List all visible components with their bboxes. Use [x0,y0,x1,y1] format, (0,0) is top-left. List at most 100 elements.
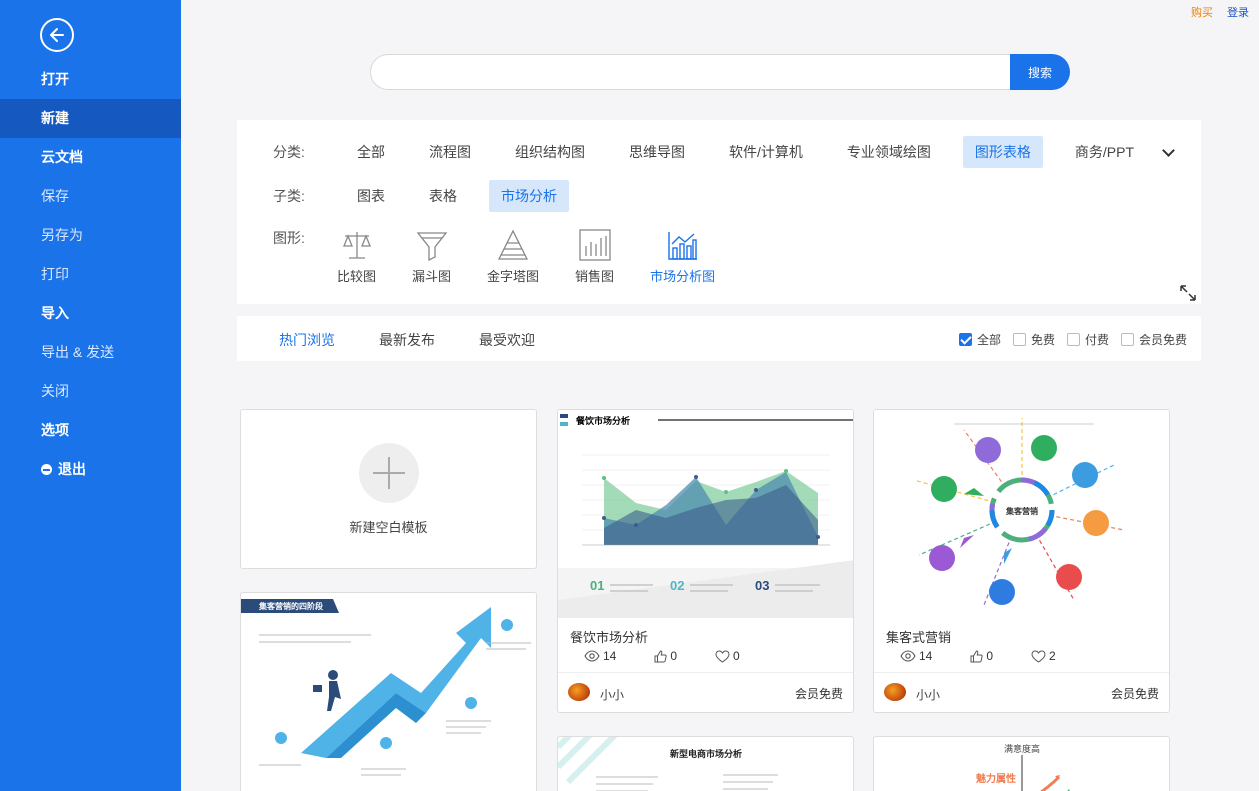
sidebar-item-label: 退出 [58,461,86,477]
market-chart-icon [667,232,697,260]
sidebar-item[interactable]: 关闭 [0,372,181,411]
eye-icon [584,650,600,662]
shape-label: 图形: [273,230,305,246]
category-chip[interactable]: 全部 [345,136,397,168]
heart-icon[interactable] [715,649,730,663]
category-chip[interactable]: 思维导图 [617,136,697,168]
filter-panel: 分类: 全部 流程图 组织结构图 思维导图 软件/计算机 专业领域绘图 图形表格 商务/PPT… [237,120,1201,304]
sidebar-item[interactable]: 打开 [0,60,181,99]
shape-sales[interactable]: 销售图 [575,228,614,285]
thumb-title: 餐饮市场分析 [575,415,630,426]
shape-label-text: 销售图 [575,269,615,284]
template-thumbnail: 餐饮市场分析 01 02 03 [558,410,853,618]
eye-icon [900,650,916,662]
sidebar-item-label: 云文档 [41,149,83,165]
bar-chart-icon [578,229,611,261]
blank-template-label: 新建空白模板 [349,519,428,535]
funnel-icon [416,232,447,262]
shape-pyramid[interactable]: 金字塔图 [487,228,539,285]
login-link[interactable]: 登录 [1227,4,1249,20]
template-card[interactable]: 餐饮市场分析 01 02 03 餐饮市场分析 14 0 0 小小 会员免费 [557,409,854,713]
check-label: 付费 [1084,333,1109,347]
shape-compare[interactable]: 比较图 [337,228,376,285]
pyramid-icon [497,229,529,260]
shape-funnel[interactable]: 漏斗图 [412,228,451,285]
sidebar-item[interactable]: 保存 [0,177,181,216]
template-card[interactable]: 新型电商市场分析 [557,736,854,791]
checkbox-icon [1012,333,1026,346]
category-chip[interactable]: 软件/计算机 [717,136,815,168]
thumbs-up-icon[interactable] [970,649,984,663]
tab-popular[interactable]: 最受欢迎 [479,330,535,350]
template-stats: 14 0 0 [584,649,740,663]
category-chip[interactable]: 组织结构图 [503,136,597,168]
thumb-title: 新型电商市场分析 [670,748,742,759]
category-row: 分类: 全部 流程图 组织结构图 思维导图 软件/计算机 专业领域绘图 图形表格 商务/PPT [273,136,1175,168]
sidebar-item[interactable]: 新建 [0,99,181,138]
thumb-num-1: 01 [590,578,604,593]
like-count: 0 [986,649,994,663]
template-stats: 14 0 2 [900,649,1056,663]
sidebar-item[interactable]: 另存为 [0,216,181,255]
checkbox-checked-icon [958,333,972,346]
exit-icon [41,464,52,475]
new-blank-template-card[interactable]: 新建空白模板 [240,409,537,569]
heart-icon[interactable] [1031,649,1046,663]
template-card[interactable]: 满意度高 魅力属性 [873,736,1170,791]
expand-icon[interactable] [1179,284,1197,302]
template-thumbnail: 集客营销 [874,410,1169,618]
check-free[interactable]: 免费 [1012,331,1055,348]
search-button[interactable]: 搜索 [1010,54,1070,90]
price-badge: 会员免费 [794,687,843,701]
category-chip[interactable]: 流程图 [417,136,483,168]
tab-hot[interactable]: 热门浏览 [279,330,335,350]
category-chip[interactable]: 商务/PPT [1063,136,1146,168]
check-all[interactable]: 全部 [958,331,1001,348]
sidebar-item[interactable]: 导入 [0,294,181,333]
author-name: 小小 [600,688,625,702]
subcategory-chip[interactable]: 图表 [345,180,397,212]
balance-scale-icon [342,232,371,259]
sidebar-item-label: 另存为 [41,227,83,243]
like-count: 0 [670,649,678,663]
shape-market-analysis[interactable]: 市场分析图 [650,228,715,285]
sidebar-menu: 打开新建云文档保存另存为打印 导入 导出 & 发送 关闭选项退出 [0,60,181,489]
template-card[interactable]: 集客营销 集客式营销 14 0 2 小小 会员免费 [873,409,1170,713]
back-arrow-icon[interactable] [40,18,74,52]
check-member-free[interactable]: 会员免费 [1120,331,1187,348]
category-chip[interactable]: 专业领域绘图 [835,136,943,168]
avatar [568,683,590,701]
sidebar-item[interactable]: 打印 [0,255,181,294]
price-filter: 全部 免费 付费 会员免费 [958,331,1187,348]
thumbs-up-icon[interactable] [654,649,668,663]
thumb-title: 集客营销的四阶段 [258,601,323,611]
subcategory-chip[interactable]: 市场分析 [489,180,569,212]
sidebar-item[interactable]: 退出 [0,450,181,489]
buy-link[interactable]: 购买 [1191,4,1213,20]
favorite-count: 0 [733,649,740,663]
shape-label-text: 金字塔图 [487,269,540,284]
price-badge: 会员免费 [1110,687,1159,701]
shape-row: 图形: [273,228,345,248]
sidebar-item[interactable]: 选项 [0,411,181,450]
search-input[interactable] [370,54,1020,90]
sidebar-item[interactable]: 云文档 [0,138,181,177]
sort-bar: 热门浏览 最新发布 最受欢迎 全部 免费 付费 会员免费 [237,316,1201,361]
checkbox-icon [1120,333,1134,346]
checkbox-icon [1066,333,1080,346]
template-title: 集客式营销 [886,630,952,645]
check-label: 会员免费 [1138,333,1187,347]
sidebar-item[interactable]: 导出 & 发送 [0,333,181,372]
shape-label-text: 比较图 [337,269,377,284]
subcategory-chip[interactable]: 表格 [417,180,469,212]
sidebar-item-label: 选项 [41,422,69,438]
sidebar-item-label: 打开 [41,71,69,87]
template-card[interactable]: 集客营销的四阶段 [240,592,537,791]
view-count: 14 [603,649,617,663]
shape-label-text: 市场分析图 [650,269,716,284]
check-paid[interactable]: 付费 [1066,331,1109,348]
category-chip[interactable]: 图形表格 [962,136,1043,168]
subcategory-label: 子类: [273,188,305,204]
template-title: 餐饮市场分析 [570,630,649,645]
tab-newest[interactable]: 最新发布 [379,330,435,350]
